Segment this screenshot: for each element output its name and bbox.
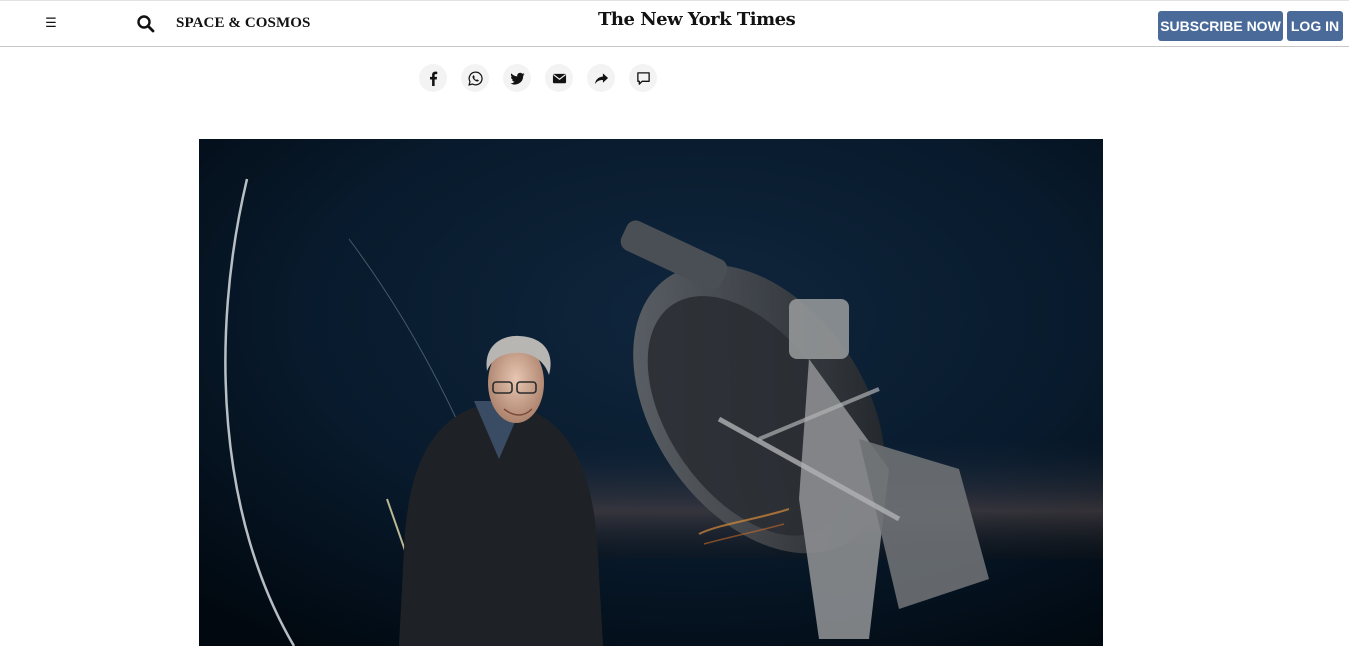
subscribe-button[interactable]: SUBSCRIBE NOW xyxy=(1158,11,1283,41)
hamburger-menu-icon[interactable]: ☰ xyxy=(42,15,60,33)
top-navigation-bar: ☰ SPACE & COSMOS The New York Times SUBS… xyxy=(0,0,1349,47)
twitter-icon[interactable] xyxy=(503,64,531,92)
share-toolbar xyxy=(419,64,657,92)
email-icon[interactable] xyxy=(545,64,573,92)
login-button[interactable]: LOG IN xyxy=(1287,11,1343,41)
nyt-logo[interactable]: The New York Times xyxy=(598,9,796,30)
hero-photo xyxy=(199,139,1103,646)
comment-icon[interactable] xyxy=(629,64,657,92)
share-icon[interactable] xyxy=(587,64,615,92)
facebook-icon[interactable] xyxy=(419,64,447,92)
section-title[interactable]: SPACE & COSMOS xyxy=(176,15,310,32)
whatsapp-icon[interactable] xyxy=(461,64,489,92)
search-icon[interactable] xyxy=(136,14,156,34)
